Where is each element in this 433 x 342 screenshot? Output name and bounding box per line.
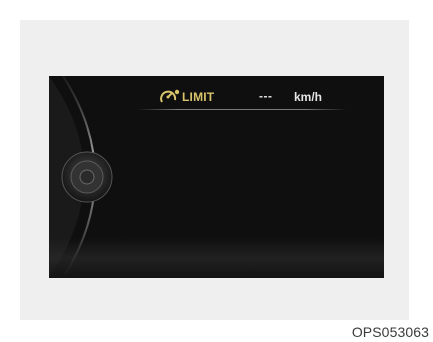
cluster-display: LIMIT --- km/h <box>49 76 384 278</box>
speed-limiter-icon <box>160 89 180 103</box>
limit-label: LIMIT <box>182 90 215 104</box>
figure-code: OPS053063 <box>351 324 429 340</box>
speed-unit-label: km/h <box>294 90 323 104</box>
speed-limit-status-bar: LIMIT --- km/h <box>137 88 357 108</box>
display-bottom-glow <box>49 238 384 278</box>
speed-limit-value: --- <box>259 89 273 103</box>
status-divider <box>137 109 347 110</box>
